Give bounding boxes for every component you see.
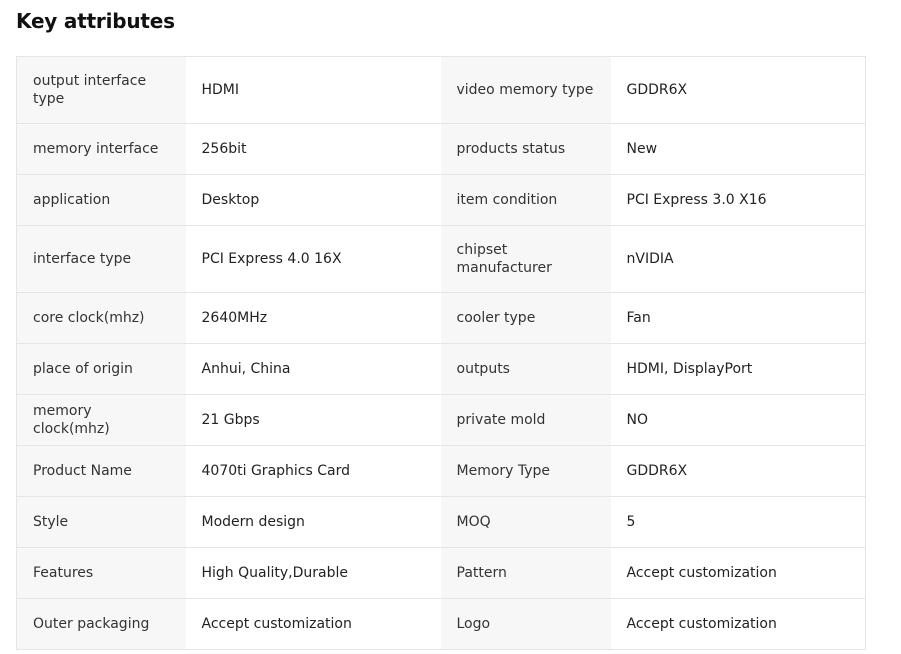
attribute-name: interface type: [16, 225, 186, 293]
attribute-value: 2640MHz: [185, 292, 441, 344]
attribute-value: New: [610, 123, 866, 175]
attribute-name: core clock(mhz): [16, 292, 186, 344]
attribute-value: High Quality,Durable: [185, 547, 441, 599]
table-row: memory interface 256bit products status …: [16, 123, 866, 175]
table-row: Features High Quality,Durable Pattern Ac…: [16, 547, 866, 599]
attribute-value: NO: [610, 394, 866, 446]
attribute-value: nVIDIA: [610, 225, 866, 293]
attribute-name: place of origin: [16, 343, 186, 395]
attribute-value: HDMI, DisplayPort: [610, 343, 866, 395]
attribute-name: Logo: [440, 598, 611, 650]
table-row: Product Name 4070ti Graphics Card Memory…: [16, 445, 866, 497]
attribute-name: Pattern: [440, 547, 611, 599]
attribute-value: Desktop: [185, 174, 441, 226]
attribute-name: MOQ: [440, 496, 611, 548]
attribute-value: HDMI: [185, 56, 441, 124]
key-attributes-table: output interface type HDMI video memory …: [16, 56, 866, 650]
table-row: interface type PCI Express 4.0 16X chips…: [16, 225, 866, 293]
attribute-value: 21 Gbps: [185, 394, 441, 446]
section-title: Key attributes: [16, 9, 175, 33]
attribute-name: products status: [440, 123, 611, 175]
attribute-name: Memory Type: [440, 445, 611, 497]
attribute-name: item condition: [440, 174, 611, 226]
attribute-name: Style: [16, 496, 186, 548]
attribute-name: cooler type: [440, 292, 611, 344]
attribute-name: Product Name: [16, 445, 186, 497]
attribute-name: private mold: [440, 394, 611, 446]
attribute-value: Fan: [610, 292, 866, 344]
table-row: Outer packaging Accept customization Log…: [16, 598, 866, 650]
attribute-value: Modern design: [185, 496, 441, 548]
attribute-name: output interface type: [16, 56, 186, 124]
attribute-name: Outer packaging: [16, 598, 186, 650]
table-row: output interface type HDMI video memory …: [16, 56, 866, 124]
attribute-value: GDDR6X: [610, 56, 866, 124]
attribute-value: 4070ti Graphics Card: [185, 445, 441, 497]
attribute-value: Accept customization: [610, 598, 866, 650]
table-row: Style Modern design MOQ 5: [16, 496, 866, 548]
attribute-value: GDDR6X: [610, 445, 866, 497]
attribute-name: Features: [16, 547, 186, 599]
attribute-value: Anhui, China: [185, 343, 441, 395]
attribute-name: application: [16, 174, 186, 226]
attribute-name: video memory type: [440, 56, 611, 124]
attribute-value: PCI Express 3.0 X16: [610, 174, 866, 226]
attribute-value: 256bit: [185, 123, 441, 175]
attribute-name: outputs: [440, 343, 611, 395]
attribute-name: chipset manufacturer: [440, 225, 611, 293]
table-row: place of origin Anhui, China outputs HDM…: [16, 343, 866, 395]
attribute-name: memory clock(mhz): [16, 394, 186, 446]
attribute-value: 5: [610, 496, 866, 548]
table-row: application Desktop item condition PCI E…: [16, 174, 866, 226]
table-row: memory clock(mhz) 21 Gbps private mold N…: [16, 394, 866, 446]
attribute-value: PCI Express 4.0 16X: [185, 225, 441, 293]
attribute-value: Accept customization: [610, 547, 866, 599]
table-row: core clock(mhz) 2640MHz cooler type Fan: [16, 292, 866, 344]
attribute-name: memory interface: [16, 123, 186, 175]
attribute-value: Accept customization: [185, 598, 441, 650]
